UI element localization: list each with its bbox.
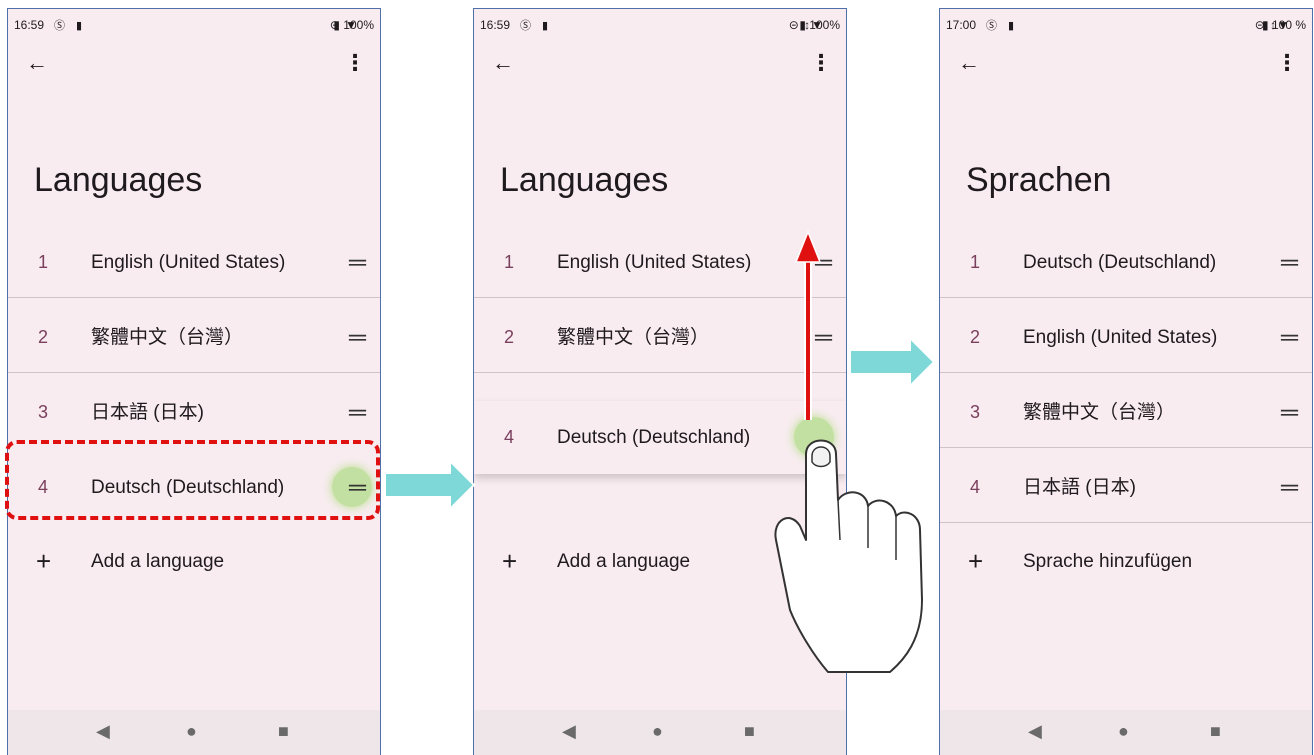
annotation-overlay [384,229,936,673]
flow-arrow-icon [384,458,476,512]
flow-arrow-icon [849,335,936,389]
pointing-hand-icon [774,439,923,673]
drag-direction-arrow-icon [794,229,822,420]
